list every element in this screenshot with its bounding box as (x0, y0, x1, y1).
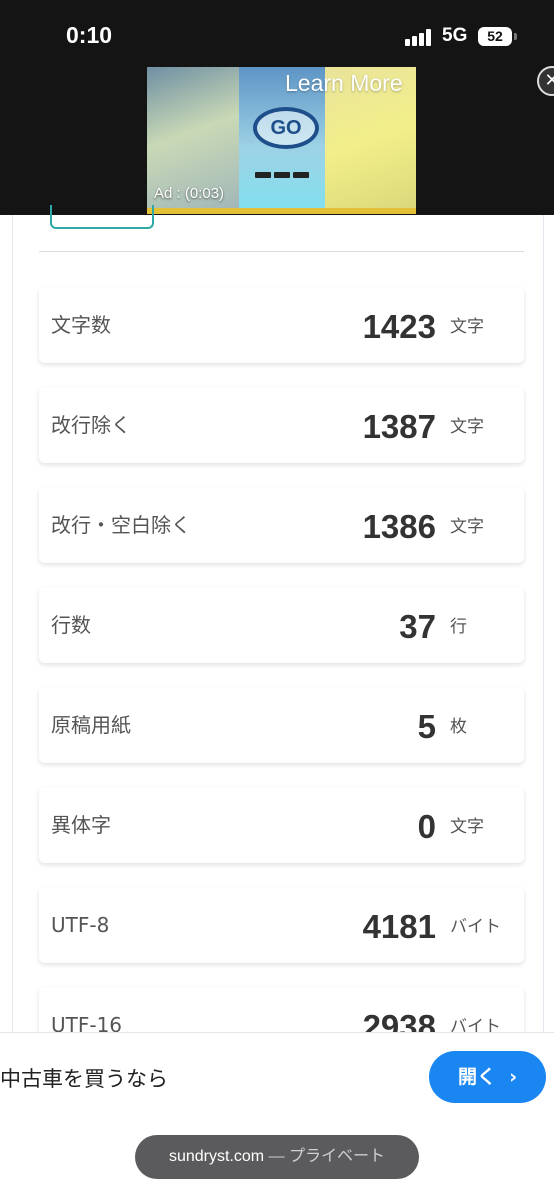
stat-value: 1386 (362, 508, 436, 545)
store-badges (255, 163, 315, 178)
battery-tip (514, 33, 517, 40)
battery-icon: 52 (478, 27, 512, 46)
stat-card-utf8: UTF-8 4181 バイト (39, 887, 524, 963)
stat-value: 1423 (362, 308, 436, 345)
network-label: 5G (442, 25, 468, 46)
stat-label: 改行除く (51, 413, 131, 437)
stat-unit: 文字 (450, 517, 484, 537)
browsing-mode: プライベート (289, 1148, 386, 1165)
stat-label: 原稿用紙 (51, 713, 131, 737)
stat-card-variant-chars: 異体字 0 文字 (39, 787, 524, 863)
stat-unit: 文字 (450, 417, 484, 437)
signal-icon (405, 28, 435, 46)
stat-card-no-whitespace: 改行・空白除く 1386 文字 (39, 487, 524, 563)
bottom-ad-bar: 中古車を買うなら 開く › sundryst.com — プライベート (0, 1032, 554, 1200)
stat-unit: 枚 (450, 717, 467, 737)
learn-more-link[interactable]: Learn More (285, 70, 403, 97)
stat-label: 行数 (51, 613, 91, 637)
bottom-ad-text[interactable]: 中古車を買うなら (0, 1063, 168, 1093)
divider (39, 251, 524, 252)
stat-label: 改行・空白除く (51, 513, 191, 537)
stat-card-lines: 行数 37 行 (39, 587, 524, 663)
stat-label: UTF-8 (51, 913, 110, 937)
stat-label: 文字数 (51, 313, 111, 337)
stat-unit: 行 (450, 617, 467, 637)
separator: — (268, 1148, 290, 1165)
stat-unit: 文字 (450, 817, 484, 837)
stat-label: 異体字 (51, 813, 111, 837)
chevron-right-icon: › (502, 1066, 518, 1088)
stat-value: 1387 (362, 408, 436, 445)
url-pill[interactable]: sundryst.com — プライベート (135, 1135, 419, 1179)
tab-button[interactable] (50, 205, 154, 229)
open-button[interactable]: 開く › (429, 1051, 546, 1103)
stat-value: 4181 (362, 908, 436, 945)
ad-progress-bar (147, 208, 416, 214)
stat-card-manuscript: 原稿用紙 5 枚 (39, 687, 524, 763)
stat-value: 37 (399, 608, 436, 645)
stat-value: 5 (417, 708, 436, 745)
status-time: 0:10 (66, 22, 113, 48)
stat-unit: バイト (450, 917, 501, 937)
stat-card-no-newlines: 改行除く 1387 文字 (39, 387, 524, 463)
ad-logo: GO (253, 107, 319, 149)
stat-card-char-count: 文字数 1423 文字 (39, 287, 524, 363)
stat-unit: 文字 (450, 317, 484, 337)
stat-value: 0 (417, 808, 436, 845)
open-button-label: 開く (457, 1066, 496, 1088)
domain-label: sundryst.com (168, 1148, 265, 1165)
ad-timer: Ad : (0:03) (154, 185, 225, 202)
